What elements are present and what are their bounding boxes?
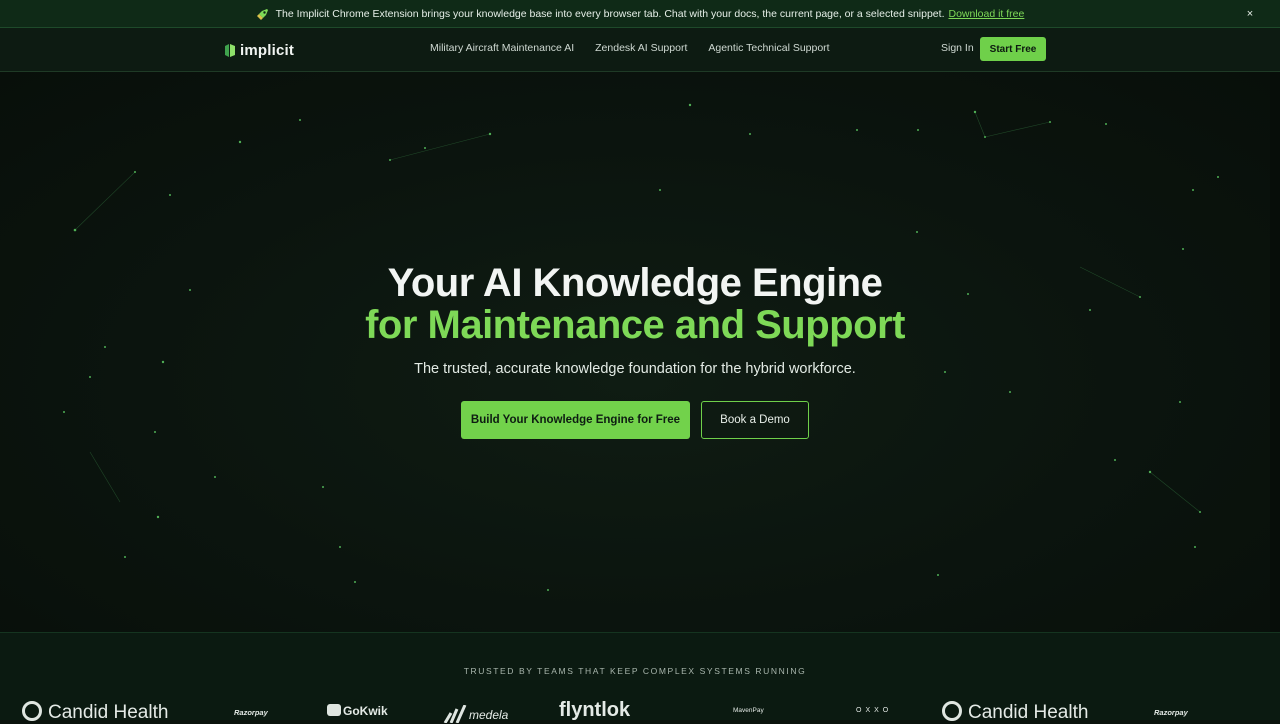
candid-health-icon <box>22 701 42 721</box>
network-background-graphic <box>63 103 1219 591</box>
customer-logo-strip: Candid Health Razorpay GoKwik medela fly… <box>0 699 1280 724</box>
customer-logo: OXXO <box>856 707 893 714</box>
brand-logo[interactable]: implicit <box>224 41 294 59</box>
implicit-logo-icon <box>225 44 235 57</box>
medela-icon <box>443 704 467 724</box>
close-icon[interactable]: × <box>1242 6 1258 22</box>
download-link[interactable]: Download it free <box>948 8 1024 20</box>
hero-subtitle: The trusted, accurate knowledge foundati… <box>414 361 856 377</box>
customer-logo: Candid Health <box>22 701 168 724</box>
customer-logo: flyntlok <box>559 699 631 721</box>
trusted-by-section: TRUSTED BY TEAMS THAT KEEP COMPLEX SYSTE… <box>0 632 1280 724</box>
announcement-bar: The Implicit Chrome Extension brings you… <box>0 0 1280 28</box>
book-demo-button[interactable]: Book a Demo <box>701 401 809 439</box>
top-navigation: implicit Military Aircraft Maintenance A… <box>0 28 1280 72</box>
customer-logo: medela <box>443 704 508 724</box>
customer-logo: GoKwik <box>327 704 388 718</box>
announcement-text: The Implicit Chrome Extension brings you… <box>275 7 945 20</box>
nav-link-zendesk[interactable]: Zendesk AI Support <box>595 42 687 54</box>
page-scrollbar[interactable] <box>1270 72 1280 632</box>
rocket-icon <box>256 7 270 21</box>
customer-logo: MavenPay <box>733 707 764 714</box>
customer-logo: Razorpay <box>234 708 268 717</box>
hero-section: Your AI Knowledge Engine for Maintenance… <box>0 72 1270 632</box>
hero-title-line2: for Maintenance and Support <box>365 303 905 347</box>
nav-links: Military Aircraft Maintenance AI Zendesk… <box>430 42 830 54</box>
nav-link-military-aircraft[interactable]: Military Aircraft Maintenance AI <box>430 42 574 54</box>
start-free-button[interactable]: Start Free <box>980 37 1046 61</box>
sign-in-link[interactable]: Sign In <box>941 42 974 54</box>
customer-logo: Candid Health <box>942 701 1088 724</box>
hero-title-line1: Your AI Knowledge Engine <box>387 261 883 305</box>
build-knowledge-engine-button[interactable]: Build Your Knowledge Engine for Free <box>461 401 690 439</box>
gokwik-icon <box>327 704 341 716</box>
trusted-by-label: TRUSTED BY TEAMS THAT KEEP COMPLEX SYSTE… <box>463 666 807 676</box>
logo-wordmark: implicit <box>240 41 295 59</box>
nav-link-agentic-support[interactable]: Agentic Technical Support <box>708 42 829 54</box>
candid-health-icon <box>942 701 962 721</box>
customer-logo: Razorpay <box>1154 708 1188 717</box>
